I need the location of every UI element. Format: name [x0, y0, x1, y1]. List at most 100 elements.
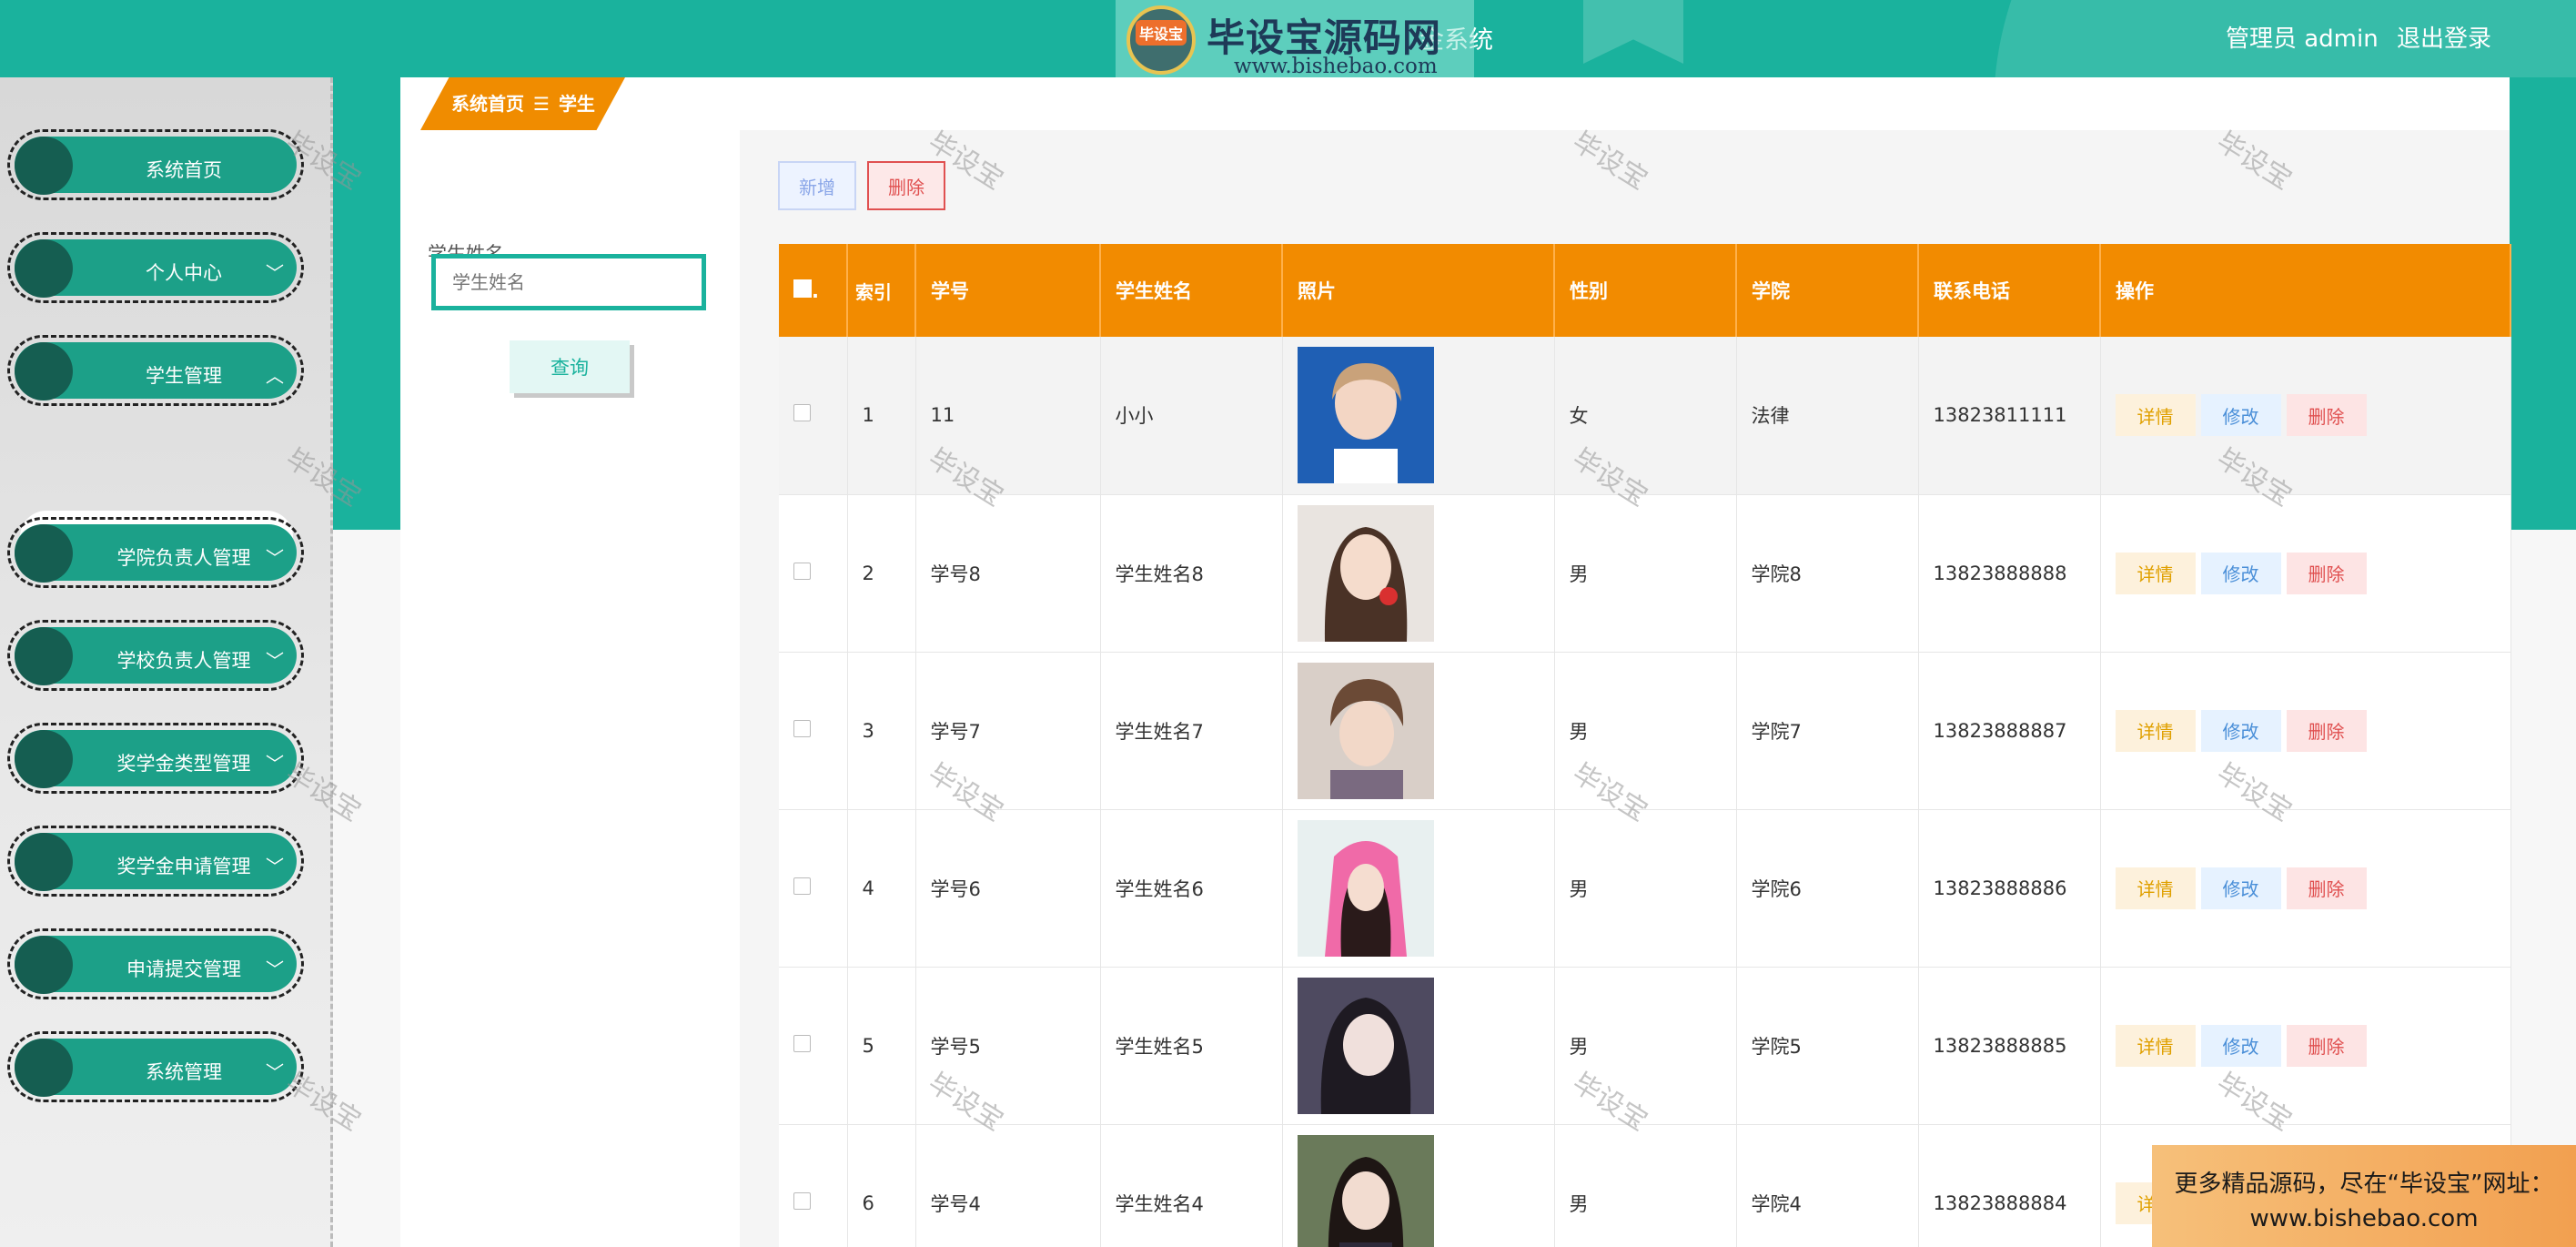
edit-button[interactable]: 修改: [2200, 394, 2281, 437]
table-row: 4 学号6 学生姓名6 男 学院6 13823888886 详情 修改 删除: [779, 809, 2511, 968]
cell-name: 学生姓名4: [1100, 1124, 1283, 1247]
column-header-gender: 性别: [1554, 244, 1737, 337]
cell-student-no: 11: [915, 337, 1101, 495]
student-photo: [1297, 662, 1434, 799]
cell-name: 小小: [1100, 337, 1283, 495]
header-decoration-ribbon: [1583, 0, 1683, 64]
cell-gender: 男: [1554, 967, 1737, 1125]
table-row: 5 学号5 学生姓名5 男 学院5 13823888885 详情 修改 删除: [779, 967, 2511, 1125]
search-button[interactable]: 查询: [510, 340, 630, 393]
delete-button[interactable]: 删除: [2286, 552, 2367, 594]
sidebar-item-submission[interactable]: 申请提交管理 ﹀: [7, 928, 304, 999]
sidebar-item-home[interactable]: 系统首页: [7, 129, 304, 200]
cell-gender: 女: [1554, 337, 1737, 495]
logout-link[interactable]: 退出登录: [2397, 25, 2491, 53]
delete-button[interactable]: 删除: [2286, 867, 2367, 909]
cell-index: 1: [847, 337, 916, 495]
cell-gender: 男: [1554, 494, 1737, 653]
breadcrumb-separator-icon: ☰: [533, 93, 550, 115]
cell-name: 学生姓名6: [1100, 809, 1283, 968]
edit-button[interactable]: 修改: [2200, 552, 2281, 594]
sidebar-item-student-management[interactable]: 学生管理 ︿: [7, 335, 304, 406]
add-button[interactable]: 新增: [778, 161, 856, 210]
cell-student-no: 学号4: [915, 1124, 1101, 1247]
cell-name: 学生姓名5: [1100, 967, 1283, 1125]
cell-college: 学院7: [1736, 652, 1919, 810]
cell-college: 学院4: [1736, 1124, 1919, 1247]
edit-button[interactable]: 修改: [2200, 709, 2281, 752]
column-header-photo: 照片: [1282, 244, 1555, 337]
chevron-up-icon: ︿: [266, 365, 284, 387]
row-checkbox[interactable]: [793, 404, 811, 422]
cell-name: 学生姓名7: [1100, 652, 1283, 810]
detail-button[interactable]: 详情: [2115, 709, 2196, 752]
detail-button[interactable]: 详情: [2115, 394, 2196, 437]
sidebar-item-personal-center[interactable]: 个人中心 ﹀: [7, 232, 304, 303]
chevron-down-icon: ﹀: [266, 958, 284, 980]
detail-button[interactable]: 详情: [2115, 867, 2196, 909]
row-checkbox[interactable]: [793, 1191, 811, 1210]
breadcrumb-current: 学生: [558, 93, 595, 115]
promo-banner: 更多精品源码，尽在“毕设宝”网址： www.bishebao.com: [2152, 1145, 2576, 1247]
chevron-down-icon: ﹀: [266, 1061, 284, 1083]
edit-button[interactable]: 修改: [2200, 1024, 2281, 1067]
sidebar-item-scholarship-application[interactable]: 奖学金申请管理 ﹀: [7, 826, 304, 897]
cell-index: 2: [847, 494, 916, 653]
row-checkbox[interactable]: [793, 719, 811, 737]
sidebar-item-college-leader[interactable]: 学院负责人管理 ﹀: [7, 517, 304, 588]
cell-college: 学院6: [1736, 809, 1919, 968]
column-header-phone: 联系电话: [1918, 244, 2101, 337]
logo-badge-icon: 毕设宝: [1126, 5, 1196, 75]
cell-phone: 13823811111: [1918, 337, 2101, 495]
table-row: 3 学号7 学生姓名7 男 学院7 13823888887 详情 修改 删除: [779, 652, 2511, 810]
detail-button[interactable]: 详情: [2115, 552, 2196, 594]
delete-button[interactable]: 删除: [2286, 394, 2367, 437]
chevron-down-icon: ﹀: [266, 856, 284, 877]
cell-student-no: 学号5: [915, 967, 1101, 1125]
cell-index: 5: [847, 967, 916, 1125]
row-checkbox[interactable]: [793, 562, 811, 580]
site-logo: 毕设宝 毕设宝源码网 www.bishebao.com: [1116, 0, 1474, 78]
select-all-checkbox[interactable]: .: [779, 244, 848, 337]
cell-student-no: 学号6: [915, 809, 1101, 968]
cell-gender: 男: [1554, 652, 1737, 810]
breadcrumb-home[interactable]: 系统首页: [451, 93, 524, 115]
column-header-index: 索引: [847, 244, 916, 337]
chevron-down-icon: ﹀: [266, 650, 284, 672]
delete-button[interactable]: 删除: [2286, 1024, 2367, 1067]
cell-name: 学生姓名8: [1100, 494, 1283, 653]
cell-phone: 13823888887: [1918, 652, 2101, 810]
chevron-down-icon: ﹀: [266, 753, 284, 775]
row-checkbox[interactable]: [793, 877, 811, 895]
edit-button[interactable]: 修改: [2200, 867, 2281, 909]
cell-student-no: 学号7: [915, 652, 1101, 810]
student-photo: [1297, 347, 1434, 484]
promo-line-2: www.bishebao.com: [2249, 1205, 2479, 1232]
column-header-name: 学生姓名: [1100, 244, 1283, 337]
cell-phone: 13823888884: [1918, 1124, 2101, 1247]
cell-phone: 13823888885: [1918, 967, 2101, 1125]
cell-phone: 13823888886: [1918, 809, 2101, 968]
detail-button[interactable]: 详情: [2115, 1024, 2196, 1067]
cell-college: 学院5: [1736, 967, 1919, 1125]
batch-delete-button[interactable]: 删除: [867, 161, 945, 210]
cell-gender: 男: [1554, 809, 1737, 968]
cell-index: 4: [847, 809, 916, 968]
chevron-down-icon: ﹀: [266, 547, 284, 569]
delete-button[interactable]: 删除: [2286, 709, 2367, 752]
promo-line-1: 更多精品源码，尽在“毕设宝”网址：: [2174, 1171, 2554, 1198]
row-checkbox[interactable]: [793, 1034, 811, 1052]
table-row: 1 11 小小 女 法律 13823811111 详情 修改 删除: [779, 337, 2511, 495]
column-header-actions: 操作: [2100, 244, 2511, 337]
cell-gender: 男: [1554, 1124, 1737, 1247]
sidebar-item-school-leader[interactable]: 学校负责人管理 ﹀: [7, 620, 304, 691]
student-name-search-input[interactable]: [431, 254, 706, 310]
cell-college: 法律: [1736, 337, 1919, 495]
main-panel: 系统首页 ☰ 学生 学生姓名 查询 新增 删除 . 索引 学号 学生姓名 照片 性别: [400, 77, 2511, 1247]
sidebar-item-system[interactable]: 系统管理 ﹀: [7, 1031, 304, 1102]
breadcrumb: 系统首页 ☰ 学生: [420, 77, 625, 130]
column-header-college: 学院: [1736, 244, 1919, 337]
search-panel: 学生姓名 查询: [400, 130, 740, 1247]
sidebar-item-scholarship-type[interactable]: 奖学金类型管理 ﹀: [7, 723, 304, 794]
logo-site-url: www.bishebao.com: [1234, 55, 1438, 78]
